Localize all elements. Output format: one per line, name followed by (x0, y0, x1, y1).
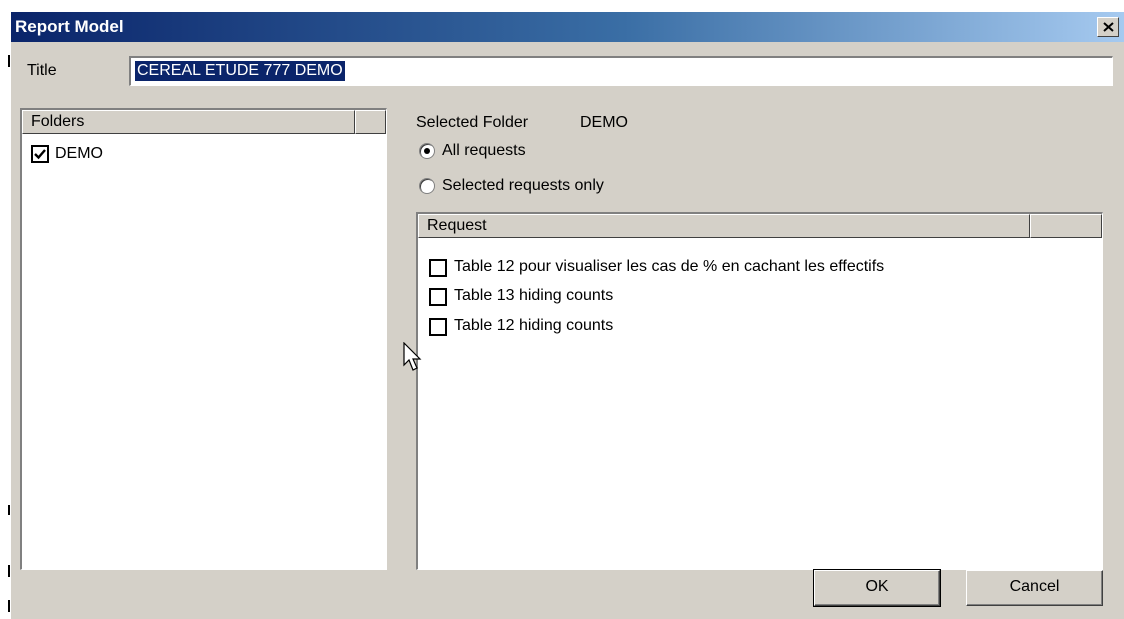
folders-column-header-extra[interactable] (355, 110, 386, 134)
request-label: Table 13 hiding counts (454, 287, 614, 304)
request-checkbox[interactable] (429, 318, 447, 336)
close-button[interactable] (1097, 17, 1119, 37)
request-column-header-extra[interactable] (1030, 214, 1102, 238)
folder-demo-label: DEMO (55, 145, 103, 162)
folders-header-label: Folders (31, 113, 85, 130)
title-label: Title (27, 62, 57, 79)
window-title: Report Model (15, 17, 124, 36)
request-label: Table 12 hiding counts (454, 317, 614, 334)
radio-selected-requests[interactable] (419, 178, 435, 194)
title-bar[interactable]: Report Model (11, 12, 1124, 42)
radio-all-requests[interactable] (419, 143, 435, 159)
title-input-value: CEREAL ETUDE 777 DEMO (135, 61, 345, 81)
checkmark-icon (34, 149, 46, 160)
cancel-button[interactable]: Cancel (966, 570, 1103, 606)
close-icon (1103, 22, 1114, 32)
folders-column-header[interactable]: Folders (22, 110, 355, 134)
request-label: Table 12 pour visualiser les cas de % en… (454, 258, 885, 275)
arrow-cursor-icon (403, 342, 422, 371)
ok-button[interactable]: OK (813, 569, 941, 607)
request-list[interactable]: Request Table 12 pour visualiser les cas… (416, 212, 1103, 570)
folder-demo-checkbox[interactable] (31, 145, 49, 163)
request-column-header[interactable]: Request (418, 214, 1030, 238)
selected-folder-value: DEMO (580, 114, 628, 131)
radio-selected-requests-label[interactable]: Selected requests only (442, 177, 604, 195)
radio-all-requests-label[interactable]: All requests (442, 142, 526, 160)
title-input[interactable]: CEREAL ETUDE 777 DEMO (129, 56, 1113, 86)
request-header-label: Request (427, 217, 487, 234)
request-checkbox[interactable] (429, 259, 447, 277)
report-model-dialog: Report Model Title CEREAL ETUDE 777 DEMO… (10, 12, 1124, 619)
window-edge (0, 0, 10, 619)
radio-selected-dot (424, 148, 430, 154)
selected-folder-label: Selected Folder (416, 114, 529, 131)
folders-list[interactable]: Folders DEMO (20, 108, 387, 570)
request-checkbox[interactable] (429, 288, 447, 306)
